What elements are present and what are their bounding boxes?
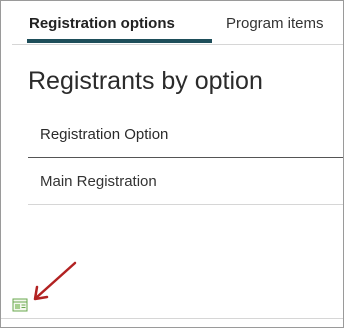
panel-title: Registrants by option [28, 67, 263, 95]
layout-panel-icon[interactable] [12, 297, 28, 313]
bottom-divider [1, 318, 343, 319]
tab-program-items[interactable]: Program items [226, 15, 324, 32]
window-frame: Registration options Program items Regis… [0, 0, 344, 328]
tab-registration-options[interactable]: Registration options [29, 15, 175, 32]
active-tab-indicator [27, 39, 212, 43]
column-header-registration-option: Registration Option [28, 112, 343, 158]
annotation-arrow-icon [33, 261, 77, 301]
tab-bar: Registration options Program items [12, 1, 343, 45]
table-row: Main Registration [28, 158, 343, 205]
registrants-table: Registration Option Main Registration [28, 112, 343, 205]
